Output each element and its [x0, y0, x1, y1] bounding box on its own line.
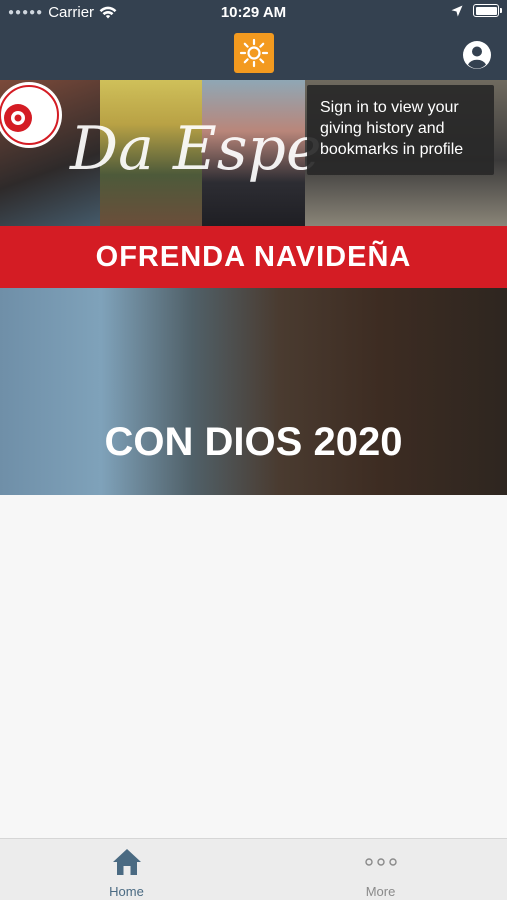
- banner-title: OFRENDA NAVIDEÑA: [95, 240, 412, 273]
- app-header: ●●●●● Carrier 10:29 AM: [0, 0, 507, 80]
- banner-con-dios-2020[interactable]: CON DIOS 2020: [0, 288, 507, 495]
- banner-red-band: OFRENDA NAVIDEÑA: [0, 226, 507, 288]
- tab-bar: Home More: [0, 838, 507, 900]
- tab-label: More: [365, 884, 396, 899]
- tab-more[interactable]: More: [254, 839, 507, 900]
- banner-title: CON DIOS 2020: [104, 420, 403, 464]
- user-circle-icon[interactable]: [462, 40, 492, 70]
- sign-in-tooltip[interactable]: Sign in to view your giving history and …: [307, 85, 494, 175]
- ofrenda-seal-logo: [0, 82, 62, 148]
- home-icon: [113, 849, 141, 875]
- status-time: 10:29 AM: [220, 4, 287, 21]
- location-arrow-icon: [451, 5, 463, 16]
- status-bar: ●●●●● Carrier 10:29 AM: [0, 0, 507, 26]
- more-icon: [365, 858, 397, 866]
- sun-icon[interactable]: [234, 33, 274, 73]
- tab-home[interactable]: Home: [0, 839, 253, 900]
- battery-icon: [473, 4, 502, 17]
- banner-script-text: Da Espe: [70, 114, 322, 184]
- tab-label: Home: [109, 884, 144, 899]
